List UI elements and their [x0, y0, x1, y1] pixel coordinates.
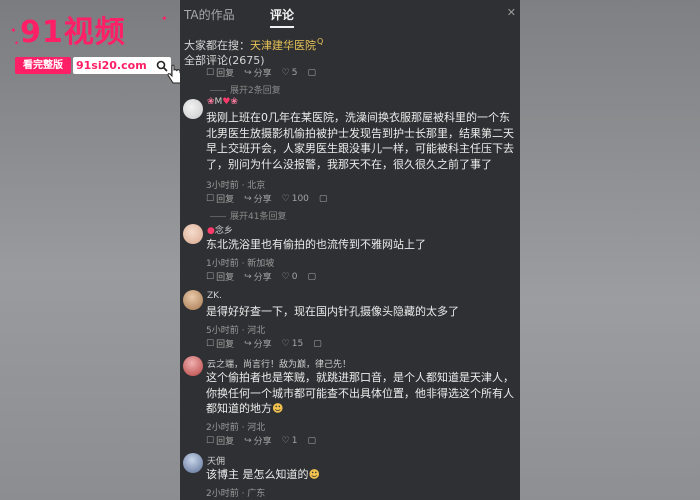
like-button[interactable]: ♡ 0 [282, 272, 298, 282]
tab-active-indicator [270, 26, 294, 28]
like-button[interactable]: ♡ 15 [282, 339, 304, 349]
sparkle-icon: ✦ [161, 14, 168, 23]
search-suggestion: 大家都在搜：天津建华医院Q [184, 37, 323, 53]
share-button[interactable]: ↪ 分享 [244, 66, 272, 80]
share-button[interactable]: ↪ 分享 [244, 337, 272, 351]
comment-author[interactable]: ●念乡 [207, 223, 233, 236]
comment-panel: TA的作品 评论 ✕ 大家都在搜：天津建华医院Q 全部评论(2675) ☐ 回复 … [180, 0, 520, 500]
dislike-icon[interactable]: ▢ [313, 339, 322, 349]
search-prefix: 大家都在搜： [184, 39, 250, 52]
comment-meta: 2小时前 · 河北 [206, 423, 266, 433]
like-button[interactable]: ♡ 100 [282, 194, 309, 204]
comment-meta: 1小时前 · 新加坡 [206, 259, 275, 269]
comment-text-body: 这个偷拍者也是笨贼，就跳进那口音，是个人都知道是天津人，你换任何一个城市都可能查… [206, 371, 514, 415]
comment-actions: ☐ 回复 ↪ 分享 ♡ 5 ▢ [206, 66, 316, 80]
comment-icon: ☐ [206, 338, 215, 349]
heart-icon: ♡ [281, 435, 290, 446]
logo-tag: 看完整版 [15, 57, 71, 74]
reply-button[interactable]: ☐ 回复 [206, 434, 234, 448]
comment-actions: ☐ 回复 ↪ 分享 ♡ 0 ▢ [206, 270, 316, 284]
comment-text: 是得好好查一下，现在国内针孔摄像头隐藏的太多了 [206, 305, 459, 318]
comment-text: 这个偷拍者也是笨贼，就跳进那口音，是个人都知道是天津人，你换任何一个城市都可能查… [206, 370, 518, 417]
heart-icon: ♡ [281, 193, 290, 204]
logo-text: 视频 [63, 15, 126, 50]
sparkle-icon: ✦ [10, 26, 17, 35]
close-icon[interactable]: ✕ [507, 6, 516, 19]
expand-replies[interactable]: 展开41条回复 [210, 209, 286, 222]
dislike-icon[interactable]: ▢ [319, 194, 328, 204]
reply-button[interactable]: ☐ 回复 [206, 270, 234, 284]
flower-icon: ❀ [207, 97, 215, 107]
heart-icon: ♡ [281, 338, 290, 349]
emoji-icon: ☻ [308, 468, 320, 481]
comment-text: 我刚上班在0几年在某医院，洗澡间换衣服那屋被科里的一个东北男医生放摄影机偷拍被护… [206, 111, 514, 171]
search-mark-icon: Q [317, 37, 324, 47]
expand-replies[interactable]: 展开2条回复 [210, 83, 281, 96]
reply-button[interactable]: ☐ 回复 [206, 337, 234, 351]
comment-author[interactable]: ❀M♥❀ [207, 97, 238, 107]
reply-button[interactable]: ☐ 回复 [206, 192, 234, 206]
comment-actions: ☐ 回复 ↪ 分享 ♡ 1 ▢ [206, 434, 316, 448]
share-button[interactable]: ↪ 分享 [244, 192, 272, 206]
emoji-icon: ☻ [272, 402, 284, 415]
comment-author[interactable]: ZK. [207, 291, 222, 301]
comment-text: 东北洗浴里也有偷拍的也流传到不雅网站上了 [206, 238, 426, 251]
comment-icon: ☐ [206, 271, 215, 282]
comment-meta: 3小时前 · 北京 [206, 181, 266, 191]
comment-icon: ☐ [206, 193, 215, 204]
search-suggestion-link[interactable]: 天津建华医院 [250, 39, 316, 52]
share-button[interactable]: ↪ 分享 [244, 270, 272, 284]
avatar[interactable] [183, 290, 203, 310]
comment-text: 该博主 是怎么知道的☻ [206, 467, 518, 483]
share-icon: ↪ [244, 193, 252, 204]
avatar[interactable] [183, 453, 203, 473]
dislike-icon[interactable]: ▢ [307, 272, 316, 282]
tab-ta-works[interactable]: TA的作品 [184, 6, 235, 23]
share-icon: ↪ [244, 67, 252, 78]
logo-url-text: 91si20.com [76, 59, 147, 72]
dislike-icon[interactable]: ▢ [307, 68, 316, 78]
dot-icon: ● [207, 226, 215, 236]
reply-button[interactable]: ☐ 回复 [206, 66, 234, 80]
background-right [520, 0, 700, 500]
heart-icon: ♡ [281, 67, 290, 78]
avatar[interactable] [183, 224, 203, 244]
comment-icon: ☐ [206, 67, 215, 78]
heart-icon: ♡ [281, 271, 290, 282]
comment-author[interactable]: 云之端，尚言行！敌为巅，律己先！ [207, 357, 351, 370]
sparkle-icon: ✦ [14, 40, 20, 47]
like-button[interactable]: ♡ 5 [282, 68, 298, 78]
tab-comments[interactable]: 评论 [270, 6, 294, 23]
comment-meta: 5小时前 · 河北 [206, 326, 266, 336]
dislike-icon[interactable]: ▢ [307, 436, 316, 446]
share-icon: ↪ [244, 338, 252, 349]
comment-actions: ☐ 回复 ↪ 分享 ♡ 100 ▢ [206, 192, 328, 206]
flower-icon: ❀ [230, 97, 238, 107]
share-icon: ↪ [244, 435, 252, 446]
comment-icon: ☐ [206, 435, 215, 446]
comment-meta: 2小时前 · 广东 [206, 489, 266, 499]
avatar[interactable] [183, 356, 203, 376]
logo-title: 91视频 [20, 15, 126, 51]
logo-number: 91 [20, 15, 64, 50]
like-button[interactable]: ♡ 1 [282, 436, 298, 446]
comment-author[interactable]: 天佣 [207, 454, 225, 467]
comment-text-body: 该博主 是怎么知道的 [206, 468, 309, 481]
background-left [0, 0, 180, 500]
comment-actions: ☐ 回复 ↪ 分享 ♡ 15 ▢ [206, 337, 322, 351]
share-icon: ↪ [244, 271, 252, 282]
share-button[interactable]: ↪ 分享 [244, 434, 272, 448]
tab-bar: TA的作品 评论 ✕ [180, 0, 520, 30]
avatar[interactable] [183, 99, 203, 119]
